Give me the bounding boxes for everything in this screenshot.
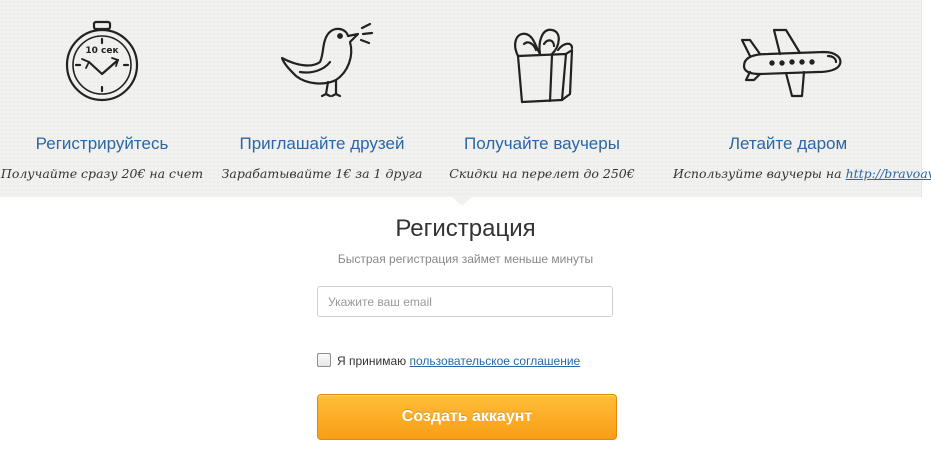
step-invite: Приглашайте друзей Зарабатывайте 1€ за 1… (207, 0, 437, 197)
step-vouchers: Получайте ваучеры Скидки на перелет до 2… (427, 0, 657, 197)
bravoavia-link[interactable]: http://bravoavia.ru (846, 166, 931, 181)
step-title: Получайте ваучеры (464, 134, 620, 153)
agree-checkbox[interactable] (317, 353, 331, 367)
airplane-icon (728, 14, 848, 110)
step-fly: Летайте даром Используйте ваучеры на htt… (673, 0, 931, 197)
step-title: Летайте даром (728, 134, 848, 153)
email-field[interactable] (317, 286, 613, 317)
step-subtitle: Получайте сразу 20€ на счет (0, 166, 204, 181)
step-subtitle: Зарабатывайте 1€ за 1 друга (221, 166, 423, 181)
step-subtitle: Используйте ваучеры на http://bravoavia.… (673, 166, 931, 181)
agree-label: Я принимаю (337, 354, 407, 368)
page: 10 сек Регистрируйтесь Получайте сразу 2… (0, 0, 931, 451)
create-account-button[interactable]: Создать аккаунт (317, 394, 617, 440)
banner-pointer (452, 197, 472, 206)
page-title: Регистрация (395, 215, 536, 242)
step-title: Регистрируйтесь (35, 134, 169, 153)
step-subtitle: Скидки на перелет до 250€ (449, 166, 635, 181)
user-agreement-link[interactable]: пользовательское соглашение (409, 354, 580, 368)
stopwatch-icon: 10 сек (42, 14, 162, 110)
page-subtitle: Быстрая регистрация займет меньше минуты (337, 252, 594, 266)
agreement-row: Я принимаю пользовательское соглашение (317, 353, 580, 369)
gift-box-icon (482, 14, 602, 110)
steps-banner: 10 сек Регистрируйтесь Получайте сразу 2… (0, 0, 931, 197)
bird-icon (262, 14, 382, 110)
step-register: 10 сек Регистрируйтесь Получайте сразу 2… (0, 0, 217, 197)
svg-text:10 сек: 10 сек (85, 46, 118, 56)
step-title: Приглашайте друзей (239, 134, 405, 153)
